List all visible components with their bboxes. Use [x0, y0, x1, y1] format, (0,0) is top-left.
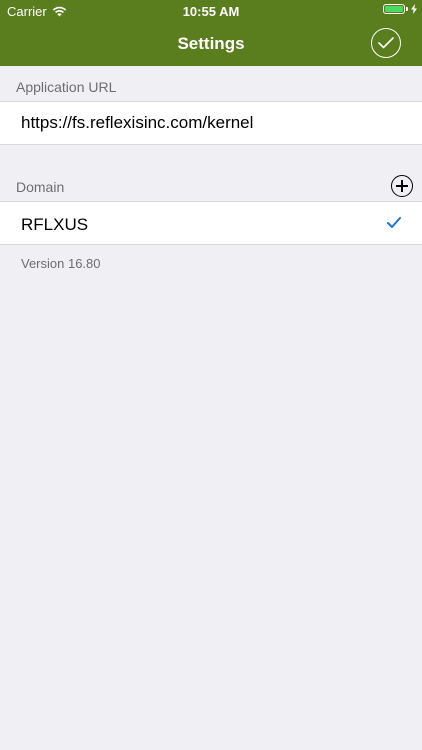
app-url-cell	[0, 101, 422, 145]
battery-tip	[406, 7, 408, 11]
page-title: Settings	[177, 34, 245, 53]
status-bar: Carrier 10:55 AM	[0, 0, 422, 22]
navigation-bar: Settings	[0, 22, 422, 66]
app-url-input[interactable]	[21, 102, 401, 144]
battery-icon	[383, 4, 405, 14]
add-domain-button[interactable]	[391, 175, 413, 197]
checkmark-icon	[387, 217, 401, 228]
domain-item-label: RFLXUS	[21, 215, 89, 234]
domain-item[interactable]: RFLXUS	[0, 201, 422, 245]
top-bar: Carrier 10:55 AM Settings	[0, 0, 422, 66]
version-label: Version 16.80	[21, 256, 101, 271]
battery-level-fill	[385, 6, 403, 12]
status-time: 10:55 AM	[182, 4, 240, 19]
checkmark-circle-icon	[378, 37, 394, 49]
domain-header: Domain	[16, 179, 65, 195]
battery-indicator	[383, 4, 417, 14]
app-url-header: Application URL	[16, 79, 117, 95]
done-button[interactable]	[371, 28, 401, 58]
charging-icon	[411, 4, 417, 14]
